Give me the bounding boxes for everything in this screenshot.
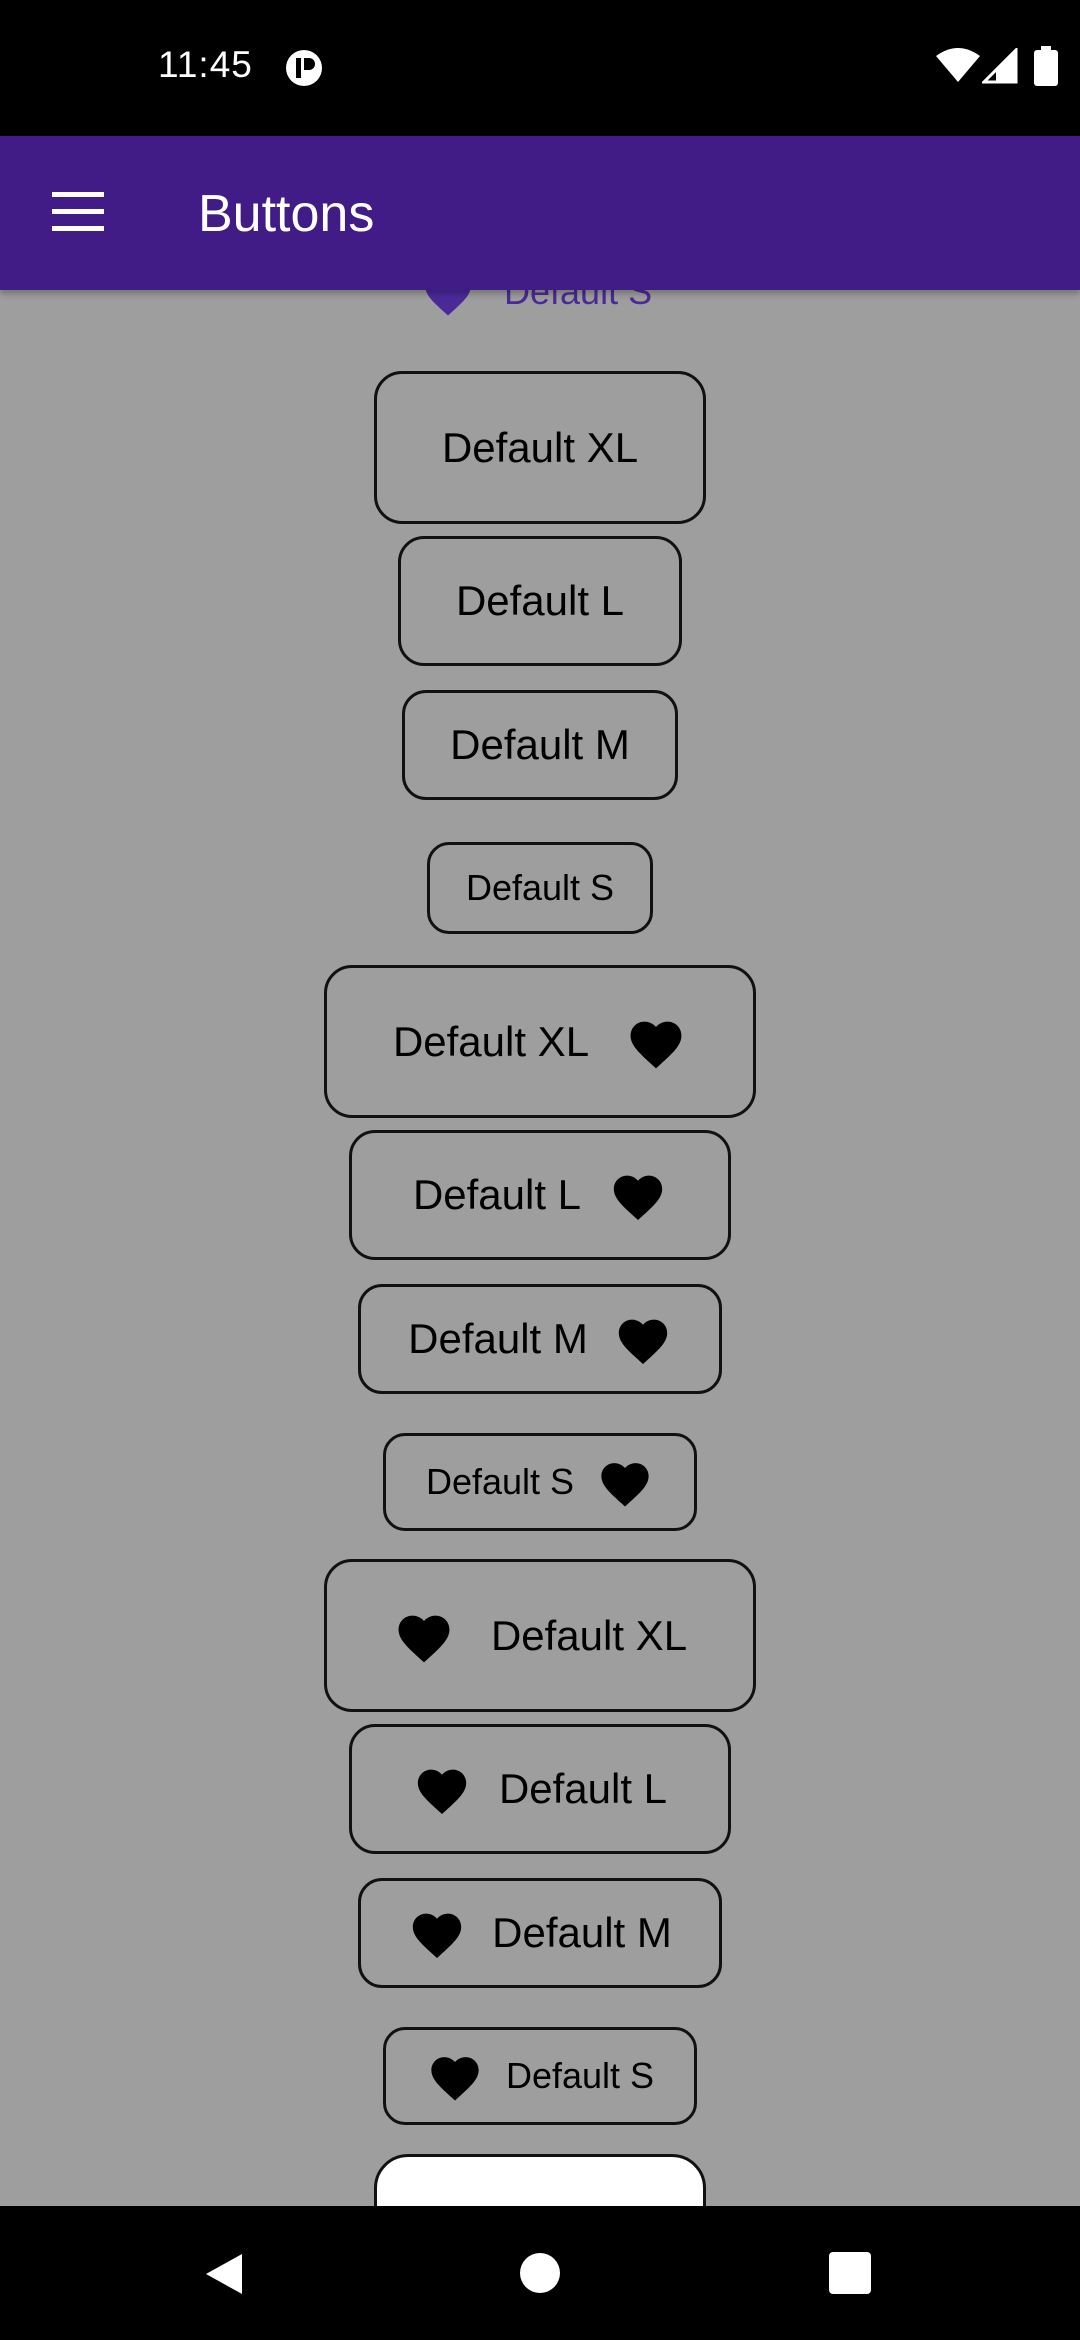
notification-icon	[286, 50, 322, 86]
peek-button[interactable]: Default S	[420, 290, 652, 322]
page-title: Buttons	[198, 185, 375, 243]
button-label: Default S	[465, 867, 615, 908]
heart-icon	[431, 2057, 479, 2101]
default-s-leading-icon-button[interactable]: Default S	[383, 2027, 697, 2125]
app-bar: Buttons	[0, 136, 1080, 290]
default-xl-button[interactable]: Default XL	[374, 371, 706, 524]
default-xl-trailing-icon-button[interactable]: Default XL	[324, 965, 756, 1118]
default-m-leading-icon-button[interactable]: Default M	[358, 1878, 722, 1988]
button-label: Default M	[450, 721, 630, 768]
recents-icon[interactable]	[829, 2252, 871, 2294]
button-label: Default XL	[441, 423, 639, 471]
back-icon[interactable]	[204, 2252, 244, 2296]
button-label: Default S	[504, 290, 653, 312]
heart-icon	[398, 1615, 450, 1662]
default-m-button[interactable]: Default M	[402, 690, 678, 800]
button-list[interactable]: Default S Default XL Default L Default M…	[0, 290, 1080, 2206]
button-label: Default M	[408, 1315, 588, 1362]
heart-icon	[613, 1175, 663, 1221]
navigation-bar	[0, 2206, 1080, 2340]
default-m-trailing-icon-button[interactable]: Default M	[358, 1284, 722, 1394]
default-l-trailing-icon-button[interactable]: Default L	[349, 1130, 731, 1260]
heart-icon	[630, 1021, 682, 1068]
heart-icon	[618, 1319, 668, 1365]
partially-visible-button[interactable]	[374, 2154, 706, 2206]
heart-icon	[417, 1769, 467, 1815]
button-label: Default L	[455, 577, 625, 624]
status-bar: 11:45	[0, 0, 1080, 136]
menu-icon[interactable]	[52, 192, 104, 232]
button-label: Default XL	[490, 1611, 688, 1659]
heart-icon	[601, 1463, 649, 1507]
default-s-trailing-icon-button[interactable]: Default S	[383, 1433, 697, 1531]
status-time: 11:45	[158, 44, 253, 85]
default-l-leading-icon-button[interactable]: Default L	[349, 1724, 731, 1854]
button-label: Default M	[492, 1909, 672, 1956]
default-s-button[interactable]: Default S	[427, 842, 653, 934]
default-xl-leading-icon-button[interactable]: Default XL	[324, 1559, 756, 1712]
button-label: Default S	[425, 1461, 575, 1502]
heart-icon	[412, 1913, 462, 1959]
button-label: Default L	[412, 1171, 582, 1218]
button-label: Default L	[498, 1765, 668, 1812]
button-label: Default XL	[392, 1017, 590, 1065]
heart-icon	[425, 290, 471, 316]
button-label: Default S	[505, 2055, 655, 2096]
wifi-icon	[936, 48, 980, 82]
battery-icon	[1034, 46, 1058, 86]
signal-icon	[982, 48, 1018, 84]
default-l-button[interactable]: Default L	[398, 536, 682, 666]
home-icon[interactable]	[519, 2252, 561, 2294]
